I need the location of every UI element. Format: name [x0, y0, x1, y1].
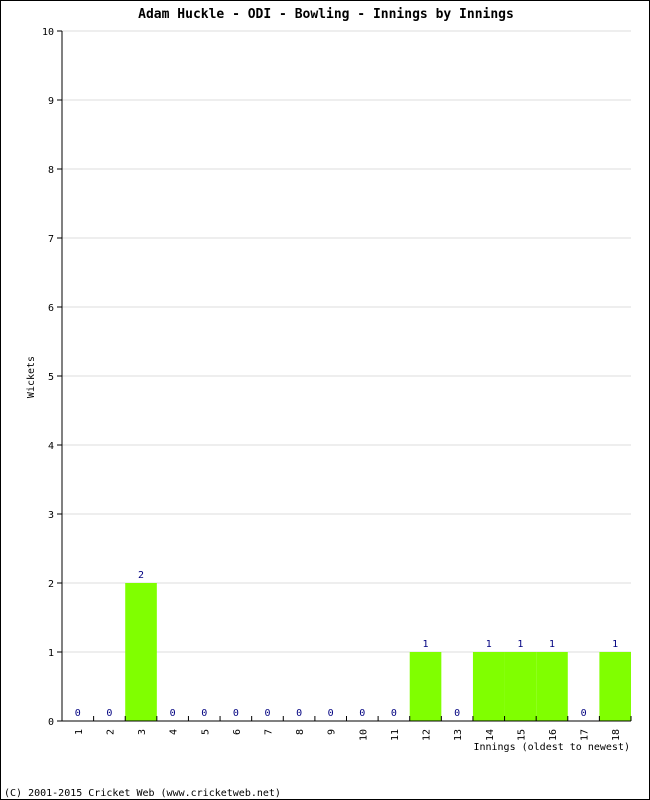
- value-label: 0: [170, 708, 176, 719]
- y-tick-label: 6: [48, 303, 54, 314]
- value-label: 0: [106, 708, 112, 719]
- y-tick-labels: 0 1 2 3 4 5 6 7 8 9 10: [42, 27, 54, 728]
- value-label: 0: [201, 708, 207, 719]
- value-label: 0: [391, 708, 397, 719]
- x-tick-label: 17: [580, 729, 591, 741]
- value-label: 0: [296, 708, 302, 719]
- value-label: 1: [612, 639, 618, 650]
- y-tick-label: 8: [48, 165, 54, 176]
- bar: [125, 583, 157, 721]
- x-tick-label: 2: [105, 729, 116, 735]
- x-tick-label: 10: [358, 729, 369, 741]
- value-label: 0: [75, 708, 81, 719]
- value-label: 1: [423, 639, 429, 650]
- bar: [599, 652, 631, 721]
- value-label: 0: [359, 708, 365, 719]
- x-tick-label: 7: [263, 729, 274, 735]
- x-tick-label: 12: [422, 729, 433, 741]
- chart-title: Adam Huckle - ODI - Bowling - Innings by…: [138, 7, 514, 22]
- y-tick-label: 10: [42, 27, 54, 38]
- x-tick-label: 6: [232, 729, 243, 735]
- x-tick-label: 9: [327, 729, 338, 735]
- x-tick-label: 15: [516, 729, 527, 741]
- copyright-footer: (C) 2001-2015 Cricket Web (www.cricketwe…: [4, 788, 281, 799]
- value-label: 2: [138, 570, 144, 581]
- x-tick-label: 16: [548, 729, 559, 741]
- value-label: 0: [264, 708, 270, 719]
- x-tick-label: 4: [169, 729, 180, 735]
- x-tick-label: 14: [485, 729, 496, 741]
- y-tick-label: 9: [48, 96, 54, 107]
- bowling-innings-chart: Adam Huckle - ODI - Bowling - Innings by…: [4, 7, 632, 799]
- chart-frame: Adam Huckle - ODI - Bowling - Innings by…: [0, 0, 650, 800]
- y-tick-label: 0: [48, 717, 54, 728]
- value-label: 1: [517, 639, 523, 650]
- x-tick-label: 8: [295, 729, 306, 735]
- y-tick-label: 3: [48, 510, 54, 521]
- x-tick-labels: 1 2 3 4 5 6 7 8 9 10 11 12 13 14 15 16 17 18: [74, 729, 622, 741]
- y-tick-label: 5: [48, 372, 54, 383]
- bar: [472, 652, 505, 721]
- value-label: 0: [454, 708, 460, 719]
- y-tick-label: 2: [48, 579, 54, 590]
- value-label: 0: [328, 708, 334, 719]
- x-tick-label: 18: [611, 729, 622, 741]
- x-tick-label: 13: [453, 729, 464, 741]
- value-label: 0: [581, 708, 587, 719]
- bar: [536, 652, 568, 721]
- y-tick-label: 7: [48, 234, 54, 245]
- bar: [409, 652, 442, 721]
- value-label: 0: [233, 708, 239, 719]
- x-axis-label: Innings (oldest to newest): [473, 742, 630, 753]
- value-label: 1: [549, 639, 555, 650]
- x-tick-label: 11: [390, 729, 401, 741]
- x-tick-label: 3: [137, 729, 148, 735]
- gridlines: [62, 30, 631, 653]
- y-tick-label: 1: [48, 648, 54, 659]
- x-tick-label: 5: [200, 729, 211, 735]
- value-label: 1: [486, 639, 492, 650]
- y-axis-label: Wickets: [26, 356, 37, 398]
- x-tick-label: 1: [74, 729, 85, 735]
- y-tick-label: 4: [48, 441, 54, 452]
- bar: [504, 652, 537, 721]
